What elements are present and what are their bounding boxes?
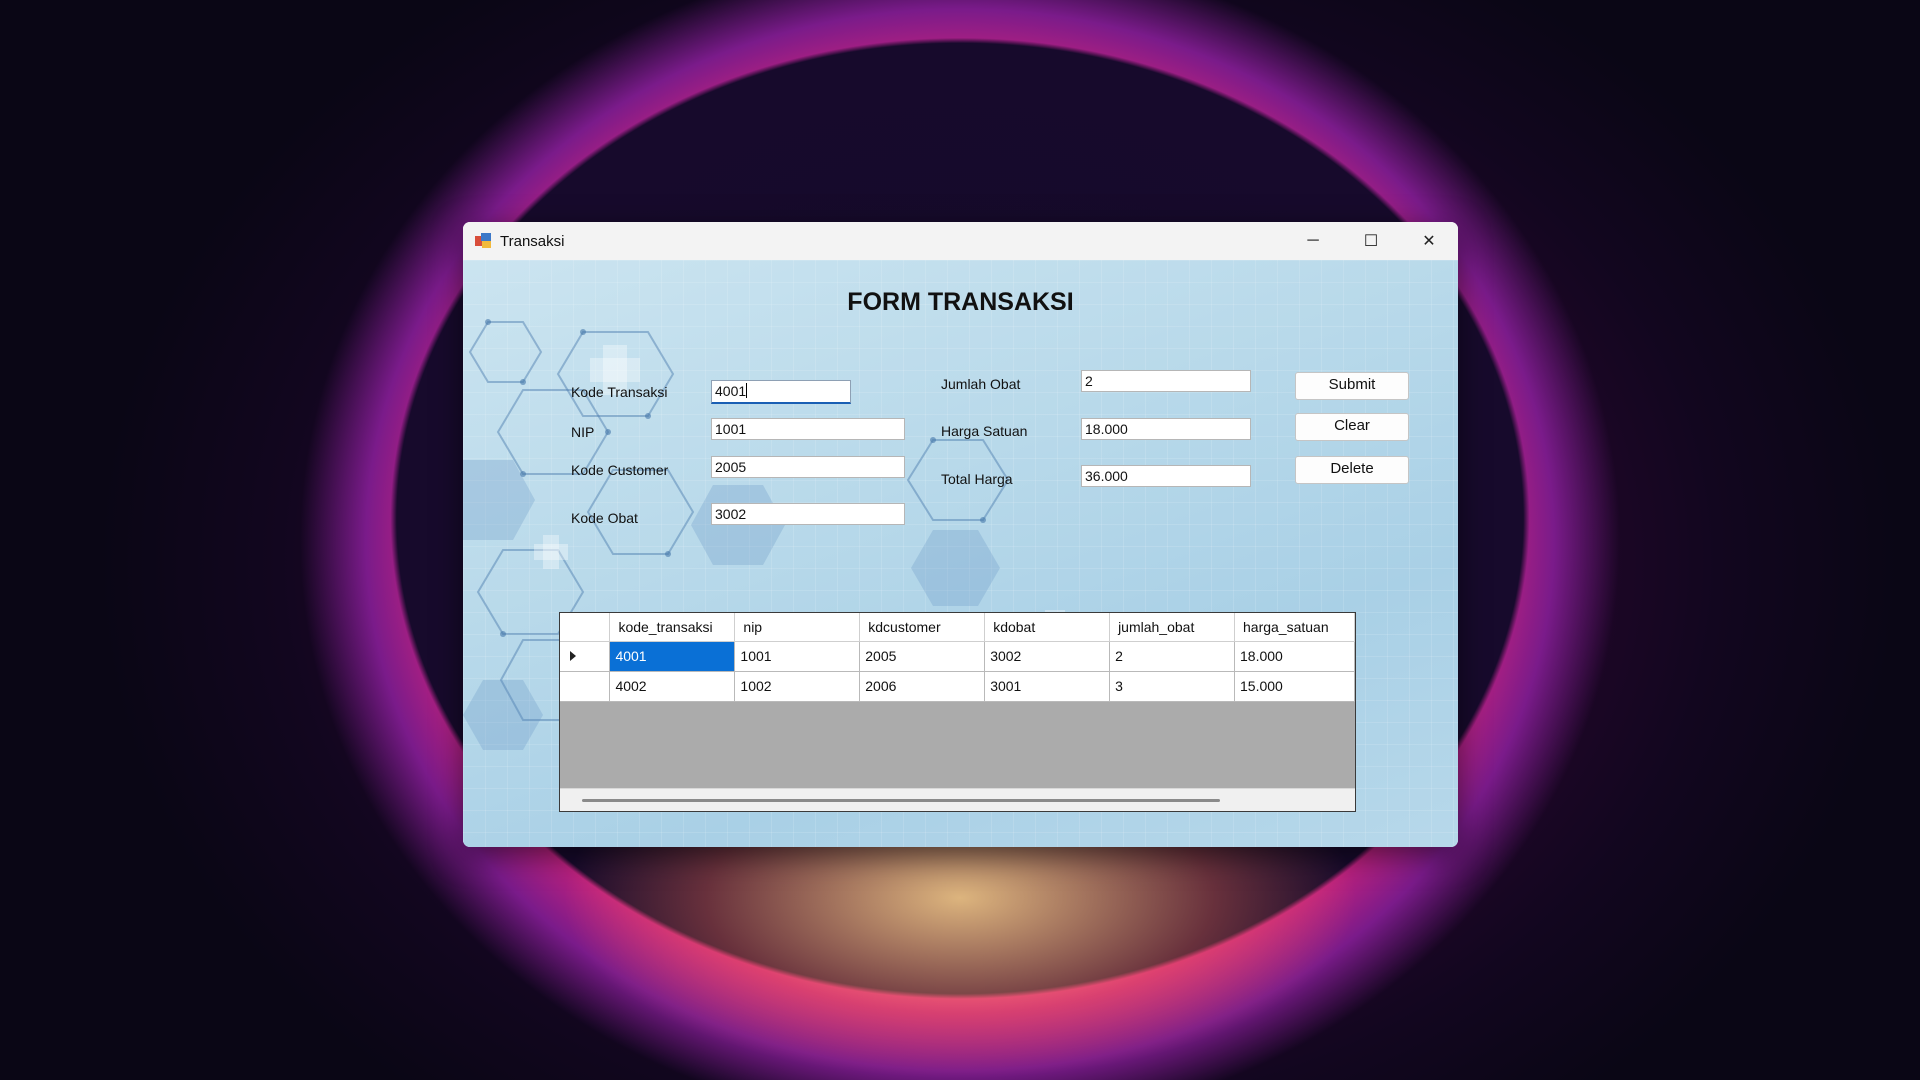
table-cell[interactable]: 15.000 bbox=[1234, 671, 1355, 702]
clear-button[interactable]: Clear bbox=[1295, 413, 1409, 441]
nip-input[interactable]: 1001 bbox=[711, 418, 905, 440]
close-button[interactable]: ✕ bbox=[1400, 222, 1458, 260]
transaksi-window: Transaksi ─ ☐ ✕ FORM TRANSAKSI Kode Tran… bbox=[463, 222, 1458, 847]
table-cell[interactable]: 18.000 bbox=[1234, 641, 1355, 672]
datagrid-header-row: kode_transaksi nip kdcustomer kdobat jum… bbox=[560, 613, 1355, 642]
harga-satuan-input[interactable]: 18.000 bbox=[1081, 418, 1251, 440]
label-total-harga: Total Harga bbox=[941, 471, 1013, 487]
maximize-button[interactable]: ☐ bbox=[1342, 222, 1400, 260]
column-header[interactable]: nip bbox=[734, 613, 861, 642]
kode-obat-input[interactable]: 3002 bbox=[711, 503, 905, 525]
app-icon bbox=[475, 233, 491, 249]
column-header[interactable]: jumlah_obat bbox=[1109, 613, 1235, 642]
table-cell[interactable]: 1002 bbox=[734, 671, 861, 702]
transaksi-datagrid[interactable]: kode_transaksi nip kdcustomer kdobat jum… bbox=[559, 612, 1356, 812]
table-cell[interactable]: 2 bbox=[1109, 641, 1235, 672]
label-harga-satuan: Harga Satuan bbox=[941, 423, 1028, 439]
column-header[interactable]: kdobat bbox=[984, 613, 1111, 642]
column-header[interactable]: kode_transaksi bbox=[609, 613, 736, 642]
column-header[interactable]: harga_satuan bbox=[1234, 613, 1355, 642]
close-icon: ✕ bbox=[1422, 233, 1436, 250]
table-cell[interactable]: 2006 bbox=[859, 671, 986, 702]
minimize-button[interactable]: ─ bbox=[1284, 222, 1342, 260]
table-cell[interactable]: 4002 bbox=[609, 671, 736, 702]
row-header[interactable] bbox=[560, 671, 611, 702]
submit-button[interactable]: Submit bbox=[1295, 372, 1409, 400]
column-header[interactable]: kdcustomer bbox=[859, 613, 986, 642]
title-bar[interactable]: Transaksi ─ ☐ ✕ bbox=[463, 222, 1458, 261]
row-header-selected[interactable] bbox=[560, 641, 611, 672]
label-kode-transaksi: Kode Transaksi bbox=[571, 384, 668, 400]
label-nip: NIP bbox=[571, 424, 595, 440]
total-harga-input[interactable]: 36.000 bbox=[1081, 465, 1251, 487]
datagrid-table: kode_transaksi nip kdcustomer kdobat jum… bbox=[560, 613, 1355, 702]
form-title: FORM TRANSAKSI bbox=[847, 288, 1074, 316]
label-kode-obat: Kode Obat bbox=[571, 510, 638, 526]
window-title: Transaksi bbox=[500, 232, 565, 250]
table-cell[interactable]: 1001 bbox=[734, 641, 861, 672]
maximize-icon: ☐ bbox=[1363, 233, 1379, 250]
jumlah-obat-input[interactable]: 2 bbox=[1081, 370, 1251, 392]
triangle-right-icon bbox=[570, 651, 576, 661]
row-header-corner bbox=[560, 613, 611, 642]
text-caret bbox=[746, 383, 748, 398]
table-row[interactable]: 4002 1002 2006 3001 3 15.000 bbox=[560, 671, 1355, 702]
kode-transaksi-value: 4001 bbox=[715, 383, 747, 399]
table-row[interactable]: 4001 1001 2005 3002 2 18.000 bbox=[560, 641, 1355, 672]
kode-transaksi-input[interactable]: 4001 bbox=[711, 380, 851, 404]
label-jumlah-obat: Jumlah Obat bbox=[941, 376, 1021, 392]
label-kode-customer: Kode Customer bbox=[571, 462, 669, 478]
horizontal-scrollbar[interactable] bbox=[560, 788, 1355, 811]
table-cell[interactable]: 4001 bbox=[609, 641, 736, 672]
kode-customer-input[interactable]: 2005 bbox=[711, 456, 905, 478]
table-cell[interactable]: 3002 bbox=[984, 641, 1111, 672]
delete-button[interactable]: Delete bbox=[1295, 456, 1409, 484]
minimize-icon: ─ bbox=[1307, 232, 1319, 249]
scrollbar-thumb[interactable] bbox=[582, 799, 1220, 802]
table-cell[interactable]: 2005 bbox=[859, 641, 986, 672]
table-cell[interactable]: 3 bbox=[1109, 671, 1235, 702]
wallpaper-glow bbox=[560, 820, 1360, 1080]
table-cell[interactable]: 3001 bbox=[984, 671, 1111, 702]
